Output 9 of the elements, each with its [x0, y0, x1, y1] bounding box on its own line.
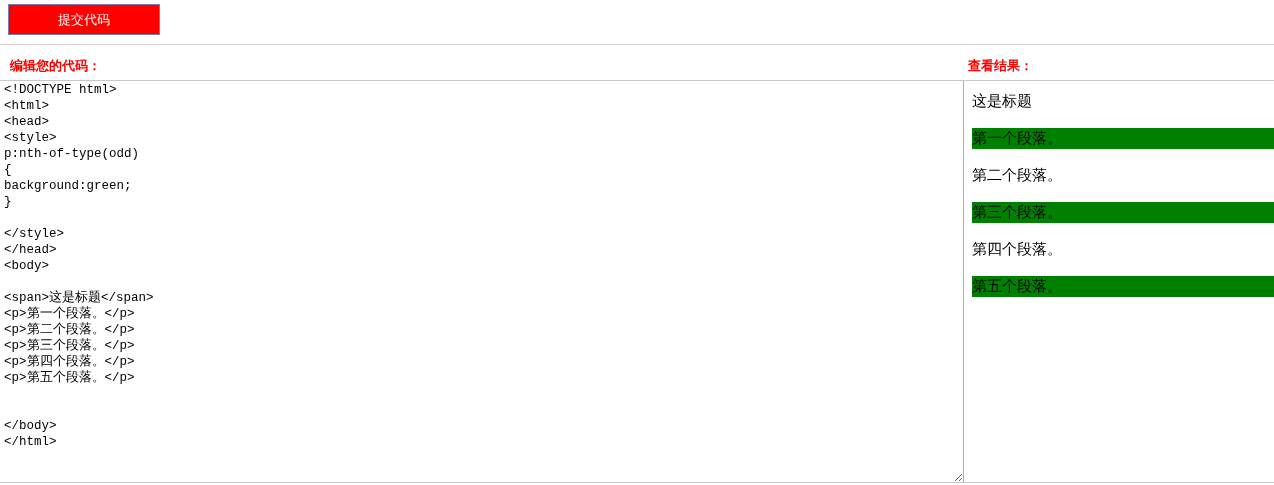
result-paragraph: 第一个段落。 [972, 128, 1274, 149]
result-paragraph: 第二个段落。 [972, 166, 1063, 185]
result-paragraph: 第四个段落。 [972, 240, 1063, 259]
result-title: 这是标题 [972, 92, 1033, 111]
result-paragraph: 第三个段落。 [972, 202, 1274, 223]
submit-button[interactable]: 提交代码 [8, 4, 160, 35]
result-paragraph: 第五个段落。 [972, 276, 1274, 297]
editor-label: 编辑您的代码： [10, 56, 102, 75]
result-label: 查看结果： [968, 56, 1033, 75]
